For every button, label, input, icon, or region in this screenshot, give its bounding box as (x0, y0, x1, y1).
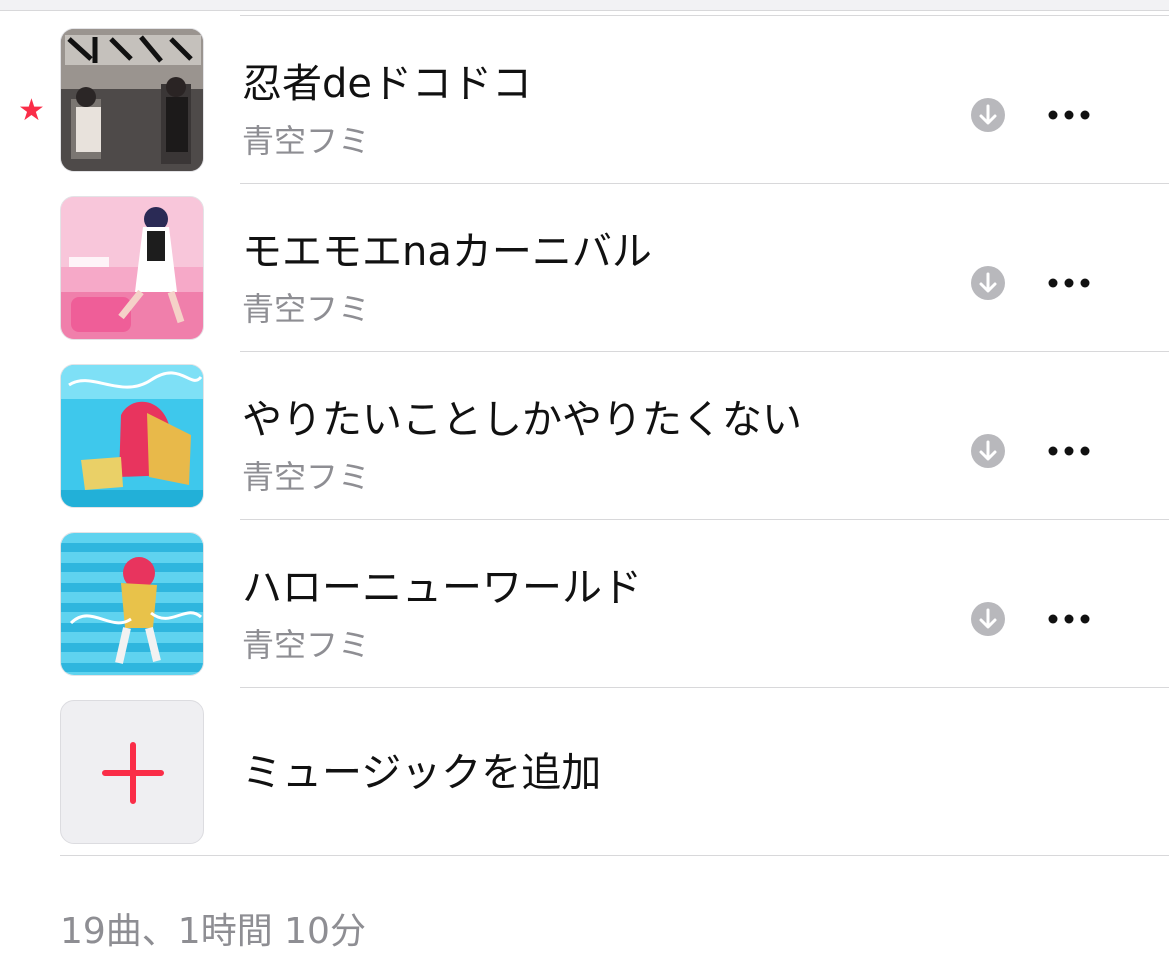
more-icon[interactable] (1044, 436, 1094, 466)
more-icon[interactable] (1044, 100, 1094, 130)
track-row[interactable]: ハローニューワールド 青空フミ (0, 520, 1169, 688)
track-title: やりたいことしかやりたくない (242, 397, 802, 443)
track-artist: 青空フミ (242, 458, 371, 496)
playlist-summary: 19曲、1時間 10分 (60, 911, 366, 952)
track-title: モエモエnaカーニバル (242, 229, 652, 275)
album-artwork (60, 364, 204, 508)
plus-icon (102, 742, 164, 804)
album-artwork (60, 28, 204, 172)
add-music-row[interactable]: ミュージックを追加 (0, 688, 1169, 856)
add-music-button[interactable] (60, 700, 204, 844)
download-icon[interactable] (970, 97, 1006, 133)
track-row[interactable]: ★ 忍者deドコドコ 青空フミ (0, 16, 1169, 184)
add-music-label: ミュージックを追加 (242, 750, 602, 796)
download-icon[interactable] (970, 601, 1006, 637)
top-edge (0, 0, 1169, 11)
track-row[interactable]: モエモエnaカーニバル 青空フミ (0, 184, 1169, 352)
track-title: 忍者deドコドコ (242, 61, 532, 107)
more-icon[interactable] (1044, 604, 1094, 634)
track-artist: 青空フミ (242, 122, 371, 160)
track-artist: 青空フミ (242, 290, 371, 328)
list-end-divider (60, 855, 1169, 856)
star-icon: ★ (18, 93, 45, 128)
download-icon[interactable] (970, 265, 1006, 301)
download-icon[interactable] (970, 433, 1006, 469)
album-artwork (60, 532, 204, 676)
album-artwork (60, 196, 204, 340)
more-icon[interactable] (1044, 268, 1094, 298)
track-title: ハローニューワールド (242, 565, 642, 611)
track-artist: 青空フミ (242, 626, 371, 664)
track-row[interactable]: やりたいことしかやりたくない 青空フミ (0, 352, 1169, 520)
